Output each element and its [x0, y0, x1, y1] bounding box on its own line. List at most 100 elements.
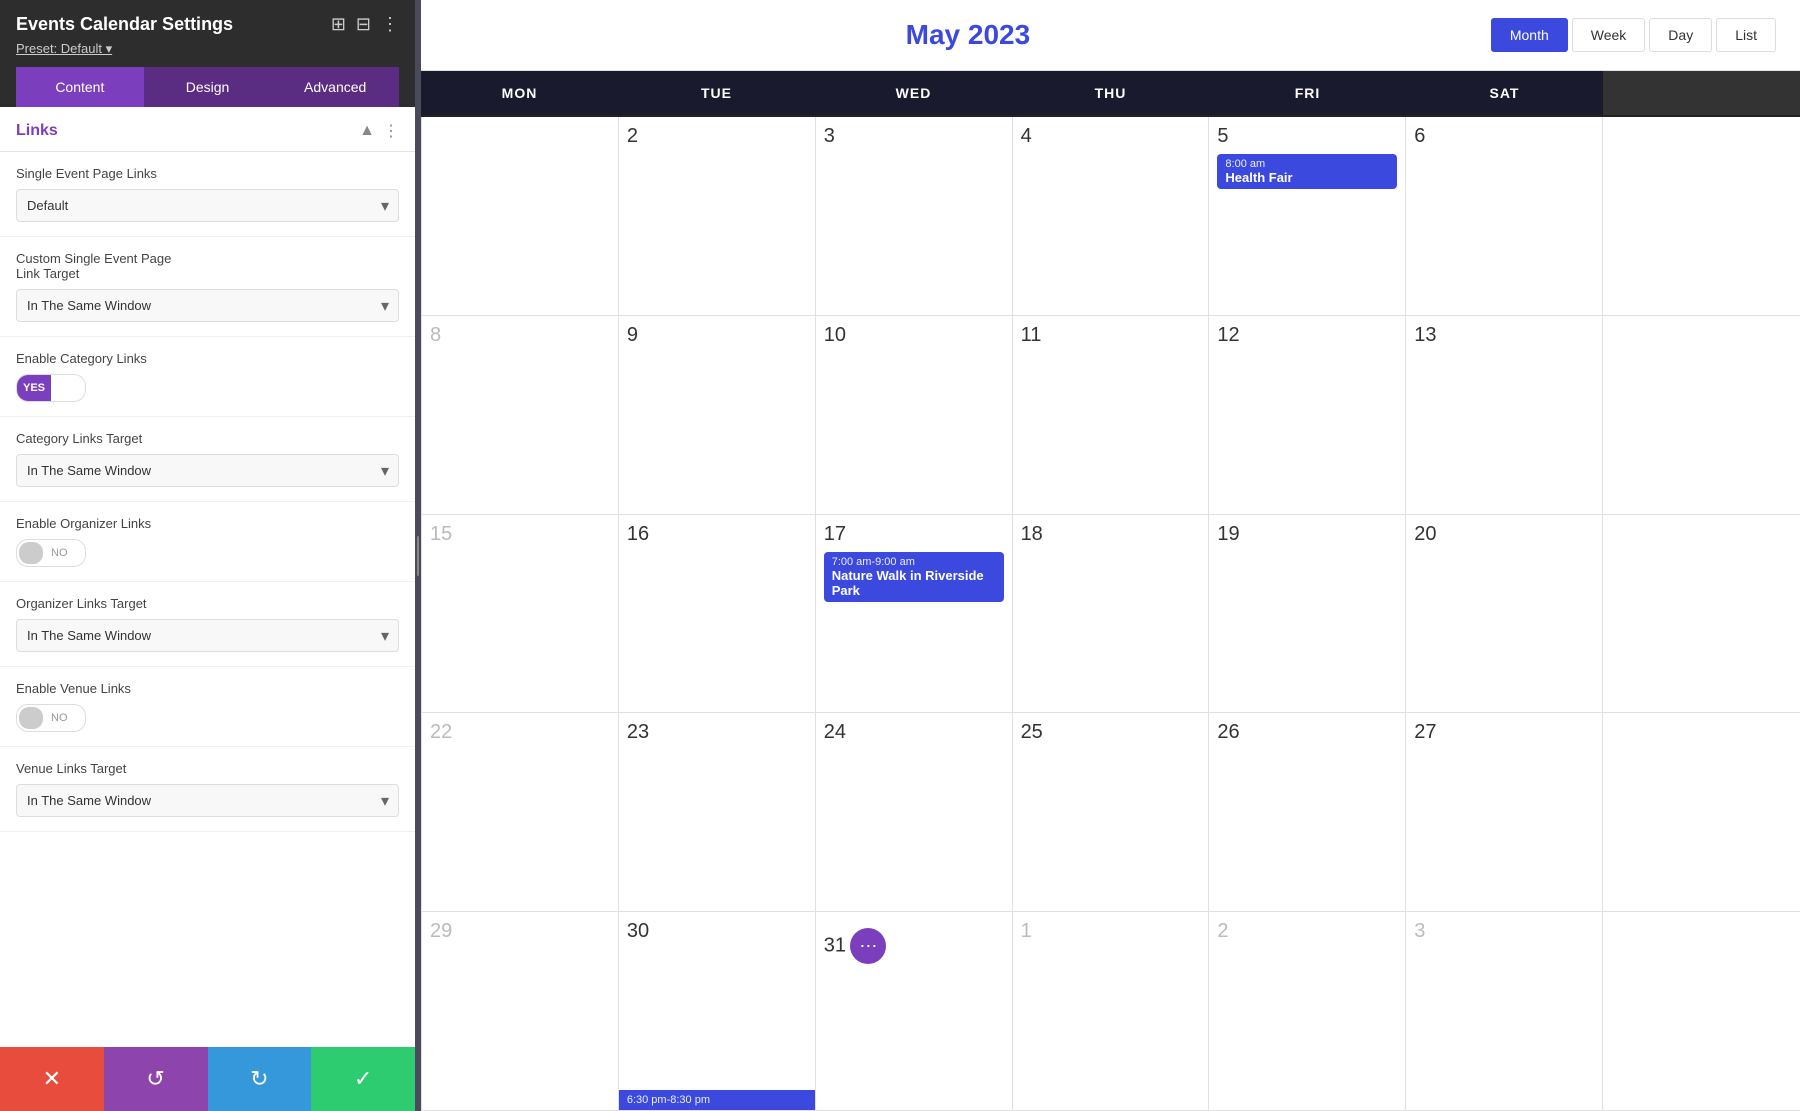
links-section-title: Links — [16, 122, 58, 140]
cal-cell: 3 — [1406, 912, 1603, 1111]
list-view-button[interactable]: List — [1716, 18, 1776, 52]
week-row-4: 22 23 24 25 26 27 — [422, 713, 1800, 912]
cal-cell: 4 — [1013, 117, 1210, 316]
cal-cell: 20 — [1406, 515, 1603, 714]
tab-design[interactable]: Design — [144, 67, 272, 107]
right-panel: May 2023 Month Week Day List MON TUE WED… — [421, 0, 1800, 1111]
tabs-row: Content Design Advanced — [16, 67, 399, 107]
enable-venue-links-field: Enable Venue Links NO — [0, 667, 415, 747]
cal-cell: 26 — [1209, 713, 1406, 912]
cal-cell: 13 — [1406, 316, 1603, 515]
tab-content[interactable]: Content — [16, 67, 144, 107]
cal-cell: 19 — [1209, 515, 1406, 714]
category-links-target-field: Category Links Target In The Same Window… — [0, 417, 415, 502]
cal-cell: 22 — [422, 713, 619, 912]
enable-category-links-toggle[interactable]: YES — [16, 374, 86, 402]
cal-cell: 18 — [1013, 515, 1210, 714]
cal-cell — [1603, 515, 1800, 714]
more-section-icon[interactable]: ⋮ — [383, 121, 399, 141]
redo-button[interactable]: ↻ — [208, 1047, 312, 1111]
cal-cell: 2 — [619, 117, 816, 316]
collapse-section-icon[interactable]: ▲ — [359, 122, 375, 140]
toggle-handle-left — [19, 542, 43, 564]
cal-cell: 9 — [619, 316, 816, 515]
cal-cell: 15 — [422, 515, 619, 714]
single-event-page-links-select[interactable]: Default Custom — [16, 189, 399, 222]
day-name-mon: MON — [421, 71, 618, 115]
cal-cell: 23 — [619, 713, 816, 912]
organizer-links-target-select-wrap: In The Same Window In A New Window — [16, 619, 399, 652]
tab-advanced[interactable]: Advanced — [271, 67, 399, 107]
month-view-button[interactable]: Month — [1491, 18, 1568, 52]
toggle-handle-no — [19, 707, 43, 729]
category-links-target-select[interactable]: In The Same Window In A New Window — [16, 454, 399, 487]
week-row-3: 15 16 17 7:00 am-9:00 am Nature Walk in … — [422, 515, 1800, 714]
collapse-icon[interactable]: ⊟ — [356, 14, 371, 35]
calendar-nav: Month Week Day List — [1491, 18, 1776, 52]
cal-cell — [1603, 316, 1800, 515]
calendar-grid: 2 3 4 5 8:00 am Health Fair 6 8 9 10 11 … — [421, 117, 1800, 1111]
cal-cell — [422, 117, 619, 316]
enable-organizer-links-label: Enable Organizer Links — [16, 516, 399, 531]
venue-links-target-select[interactable]: In The Same Window In A New Window — [16, 784, 399, 817]
enable-organizer-links-toggle[interactable]: NO — [16, 539, 86, 567]
cal-cell-may17: 17 7:00 am-9:00 am Nature Walk in Rivers… — [816, 515, 1013, 714]
drag-handle[interactable] — [415, 0, 421, 1111]
menu-icon[interactable]: ⋮ — [381, 14, 399, 35]
cal-cell: 24 — [816, 713, 1013, 912]
organizer-links-target-label: Organizer Links Target — [16, 596, 399, 611]
cancel-button[interactable]: ✕ — [0, 1047, 104, 1111]
undo-button[interactable]: ↺ — [104, 1047, 208, 1111]
organizer-links-target-select[interactable]: In The Same Window In A New Window — [16, 619, 399, 652]
cal-cell-may5: 5 8:00 am Health Fair — [1209, 117, 1406, 316]
event-more-button[interactable]: ⋯ — [850, 928, 886, 964]
enable-organizer-links-field: Enable Organizer Links NO — [0, 502, 415, 582]
cal-cell: 16 — [619, 515, 816, 714]
enable-organizer-links-toggle-row: NO — [16, 539, 399, 567]
custom-single-event-link-target-select[interactable]: In The Same Window In A New Window — [16, 289, 399, 322]
enable-category-links-label: Enable Category Links — [16, 351, 399, 366]
panel-header: Events Calendar Settings ⊞ ⊟ ⋮ Preset: D… — [0, 0, 415, 107]
enable-category-links-field: Enable Category Links YES — [0, 337, 415, 417]
single-event-page-links-field: Single Event Page Links Default Custom — [0, 152, 415, 237]
toggle-no-label: NO — [45, 547, 74, 559]
event-nature-walk[interactable]: 7:00 am-9:00 am Nature Walk in Riverside… — [824, 552, 1004, 602]
cal-cell-may31: 31 ⋯ — [816, 912, 1013, 1111]
category-links-target-select-wrap: In The Same Window In A New Window — [16, 454, 399, 487]
expand-icon[interactable]: ⊞ — [331, 14, 346, 35]
panel-title-icons: ⊞ ⊟ ⋮ — [331, 14, 399, 35]
cal-cell: 8 — [422, 316, 619, 515]
cal-cell-may30: 30 6:30 pm-8:30 pm — [619, 912, 816, 1111]
save-button[interactable]: ✓ — [311, 1047, 415, 1111]
cal-cell: 3 — [816, 117, 1013, 316]
week-row-1: 2 3 4 5 8:00 am Health Fair 6 — [422, 117, 1800, 316]
event-health-fair[interactable]: 8:00 am Health Fair — [1217, 154, 1397, 189]
calendar-header: May 2023 Month Week Day List — [421, 0, 1800, 71]
cal-cell: 29 — [422, 912, 619, 1111]
week-row-5: 29 30 6:30 pm-8:30 pm 31 ⋯ 1 2 3 — [422, 912, 1800, 1111]
toggle-handle — [53, 377, 77, 399]
calendar-days-header: MON TUE WED THU FRI SAT — [421, 71, 1800, 117]
category-links-target-label: Category Links Target — [16, 431, 399, 446]
week-view-button[interactable]: Week — [1572, 18, 1646, 52]
cal-cell: 1 — [1013, 912, 1210, 1111]
day-name-fri: FRI — [1209, 71, 1406, 115]
cal-cell — [1603, 713, 1800, 912]
venue-links-target-label: Venue Links Target — [16, 761, 399, 776]
cal-cell — [1603, 912, 1800, 1111]
enable-venue-links-toggle-row: NO — [16, 704, 399, 732]
enable-venue-links-toggle[interactable]: NO — [16, 704, 86, 732]
custom-single-event-link-target-label: Custom Single Event PageLink Target — [16, 251, 399, 281]
event-630pm[interactable]: 6:30 pm-8:30 pm — [619, 1090, 815, 1110]
links-section-header: Links ▲ ⋮ — [0, 107, 415, 152]
panel-title: Events Calendar Settings — [16, 14, 233, 35]
preset-row[interactable]: Preset: Default ▾ — [16, 41, 399, 67]
left-panel: Events Calendar Settings ⊞ ⊟ ⋮ Preset: D… — [0, 0, 415, 1111]
venue-links-target-field: Venue Links Target In The Same Window In… — [0, 747, 415, 832]
venue-links-target-select-wrap: In The Same Window In A New Window — [16, 784, 399, 817]
enable-category-links-toggle-row: YES — [16, 374, 399, 402]
cal-cell: 10 — [816, 316, 1013, 515]
day-view-button[interactable]: Day — [1649, 18, 1712, 52]
cal-cell: 27 — [1406, 713, 1603, 912]
cal-cell: 2 — [1209, 912, 1406, 1111]
